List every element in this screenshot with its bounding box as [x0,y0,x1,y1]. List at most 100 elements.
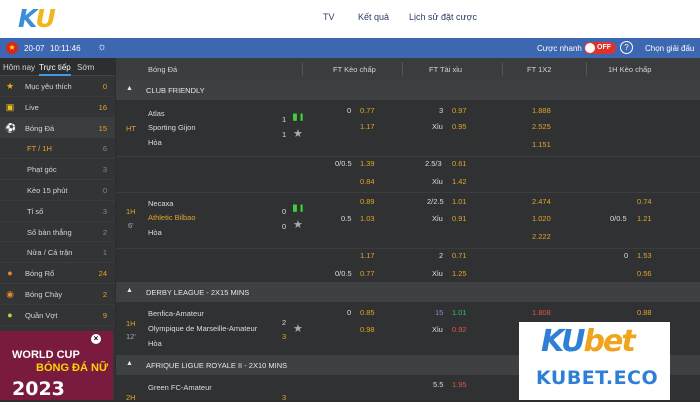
odds-value[interactable]: 1.888 [532,106,551,115]
live-stats-icon[interactable]: ▐▌▐ [291,206,303,212]
star-icon: ★ [5,81,15,91]
odds-value[interactable]: 1.03 [360,214,375,223]
sidebar-item-soccer[interactable]: ⚽ Bóng Đá 15 [0,117,115,139]
home-score: 3 [282,393,287,402]
total-line: 5.5 [433,380,444,389]
total-line: 15 [435,308,444,317]
sidebar-item-score[interactable]: Tỉ số 3 [0,201,115,222]
sidebar-item-15min[interactable]: Kèo 15 phút 0 [0,180,115,201]
nav-tv[interactable]: TV [323,12,335,22]
nav-bet-history[interactable]: Lịch sử đặt cược [409,12,477,22]
home-team: Benfica-Amateur [148,309,204,318]
odds-value[interactable]: 0.56 [637,269,652,278]
match-period: 1H [126,207,136,216]
odds-value[interactable]: 1.25 [452,269,467,278]
caret-icon: ▲ [126,85,133,92]
fast-bet-toggle[interactable]: OFF [584,42,616,54]
sidebar-item-live[interactable]: ▣ Live 16 [0,97,115,118]
away-team: Olympique de Marseille-Amateur [148,324,258,333]
handicap-line: 0/0.5 [610,214,627,223]
handicap-line: 0/0.5 [335,159,352,168]
total-line: 2 [439,251,444,260]
handicap-line: 0 [347,308,352,317]
col-ft-handicap: FT Kèo chấp [333,65,376,74]
baseball-icon: ◉ [6,288,14,299]
sidebar-tabs: Hôm nay Trực tiếp Sớm [0,58,115,76]
tab-live[interactable]: Trực tiếp [39,63,71,76]
match-row: HT Atlas Sporting Gijon Hòa 1 1 ▐▌▐ ★ 0 … [116,100,700,156]
odds-value[interactable]: 2.474 [532,197,551,206]
odds-value[interactable]: 0.88 [637,308,652,317]
odds-value[interactable]: 1.01 [452,308,467,317]
live-stats-icon[interactable]: ▐▌▐ [291,115,303,121]
kubet-domain: KUBET.ECO [536,367,659,389]
banner-year: 2023 [12,378,65,400]
sidebar-item-favorites[interactable]: ★ Mục yêu thích 0 [0,76,115,97]
odds-value[interactable]: 1.21 [637,214,652,223]
col-ft-overunder: FT Tài xỉu [429,65,463,74]
tab-today[interactable]: Hôm nay [3,63,35,72]
odds-value[interactable]: 1.151 [532,140,551,149]
odds-value[interactable]: 2.525 [532,122,551,131]
odds-value[interactable]: 0.92 [452,325,467,334]
close-icon[interactable]: × [91,334,101,344]
home-team: Green FC-Amateur [148,383,212,392]
odds-value[interactable]: 0.71 [452,251,467,260]
site-logo[interactable]: KU [18,4,56,33]
sidebar-item-basketball[interactable]: ● Bóng Rổ 24 [0,263,115,284]
tab-early[interactable]: Sớm [77,63,94,72]
odds-value[interactable]: 0.85 [360,308,375,317]
odds-value[interactable]: 0.98 [360,325,375,334]
extra-odds-row: 0/0.5 1.39 2.5/3 0.61 0.84 Xỉu 1.42 [116,156,700,192]
sidebar-item-baseball[interactable]: ◉ Bóng Chày 2 [0,284,115,305]
world-cup-banner[interactable]: × WORLD CUP BÓNG ĐÁ NỮ 2023 [0,331,113,400]
kubet-logo: KUbet [541,324,636,359]
help-icon[interactable]: ? [620,41,633,54]
date: 20-07 [24,44,45,53]
odds-value[interactable]: 0.97 [452,106,467,115]
odds-value[interactable]: 1.53 [637,251,652,260]
odds-value[interactable]: 0.89 [360,197,375,206]
sidebar-item-goals[interactable]: Số bàn thắng 2 [0,222,115,243]
odds-value[interactable]: 0.74 [637,197,652,206]
odds-value[interactable]: 1.17 [360,251,375,260]
nav-results[interactable]: Kết quả [358,12,389,22]
sidebar-item-ft-1h[interactable]: FT / 1H 6 [0,138,115,160]
sidebar-item-corners[interactable]: Phạt góc 3 [0,159,115,180]
odds-value[interactable]: 1.17 [360,122,375,131]
draw-label: Hòa [148,138,162,147]
odds-value[interactable]: 1.39 [360,159,375,168]
tv-icon: ▣ [5,101,15,112]
odds-value[interactable]: 1.01 [452,197,467,206]
odds-value[interactable]: 2.222 [532,232,551,241]
odds-value[interactable]: 0.77 [360,269,375,278]
odds-value[interactable]: 1.808 [532,308,551,317]
choose-league-button[interactable]: Chọn giải đấu [645,44,694,53]
soccer-icon: ⚽ [5,122,17,133]
league-header[interactable]: ▲ CLUB FRIENDLY [116,80,700,100]
kubet-ad[interactable]: KUbet KUBET.ECO [519,322,670,400]
sidebar-item-half-full[interactable]: Nửa / Cả trận 1 [0,242,115,264]
home-team: Necaxa [148,199,174,208]
sidebar-item-tennis[interactable]: ● Quần Vợt 9 [0,305,115,326]
league-header[interactable]: ▲ DERBY LEAGUE - 2X15 MINS [116,282,700,302]
odds-value[interactable]: 1.42 [452,177,467,186]
under-label: Xỉu [432,325,443,334]
odds-value[interactable]: 0.77 [360,106,375,115]
odds-value[interactable]: 1.95 [452,380,467,389]
odds-value[interactable]: 1.020 [532,214,551,223]
away-score: 1 [282,130,287,139]
favorite-star-icon[interactable]: ★ [293,127,303,140]
favorite-star-icon[interactable]: ★ [293,322,303,335]
banner-line1: WORLD CUP [12,349,80,361]
odds-value[interactable]: 0.91 [452,214,467,223]
vietnam-flag-icon[interactable]: ★ [6,42,18,54]
match-period: 2H [126,393,136,402]
theme-sun-icon[interactable]: ☼ [97,41,107,53]
home-score: 1 [282,115,287,124]
favorite-star-icon[interactable]: ★ [293,218,303,231]
total-line: 2.5/3 [425,159,442,168]
odds-value[interactable]: 0.61 [452,159,467,168]
odds-value[interactable]: 0.84 [360,177,375,186]
odds-value[interactable]: 0.95 [452,122,467,131]
